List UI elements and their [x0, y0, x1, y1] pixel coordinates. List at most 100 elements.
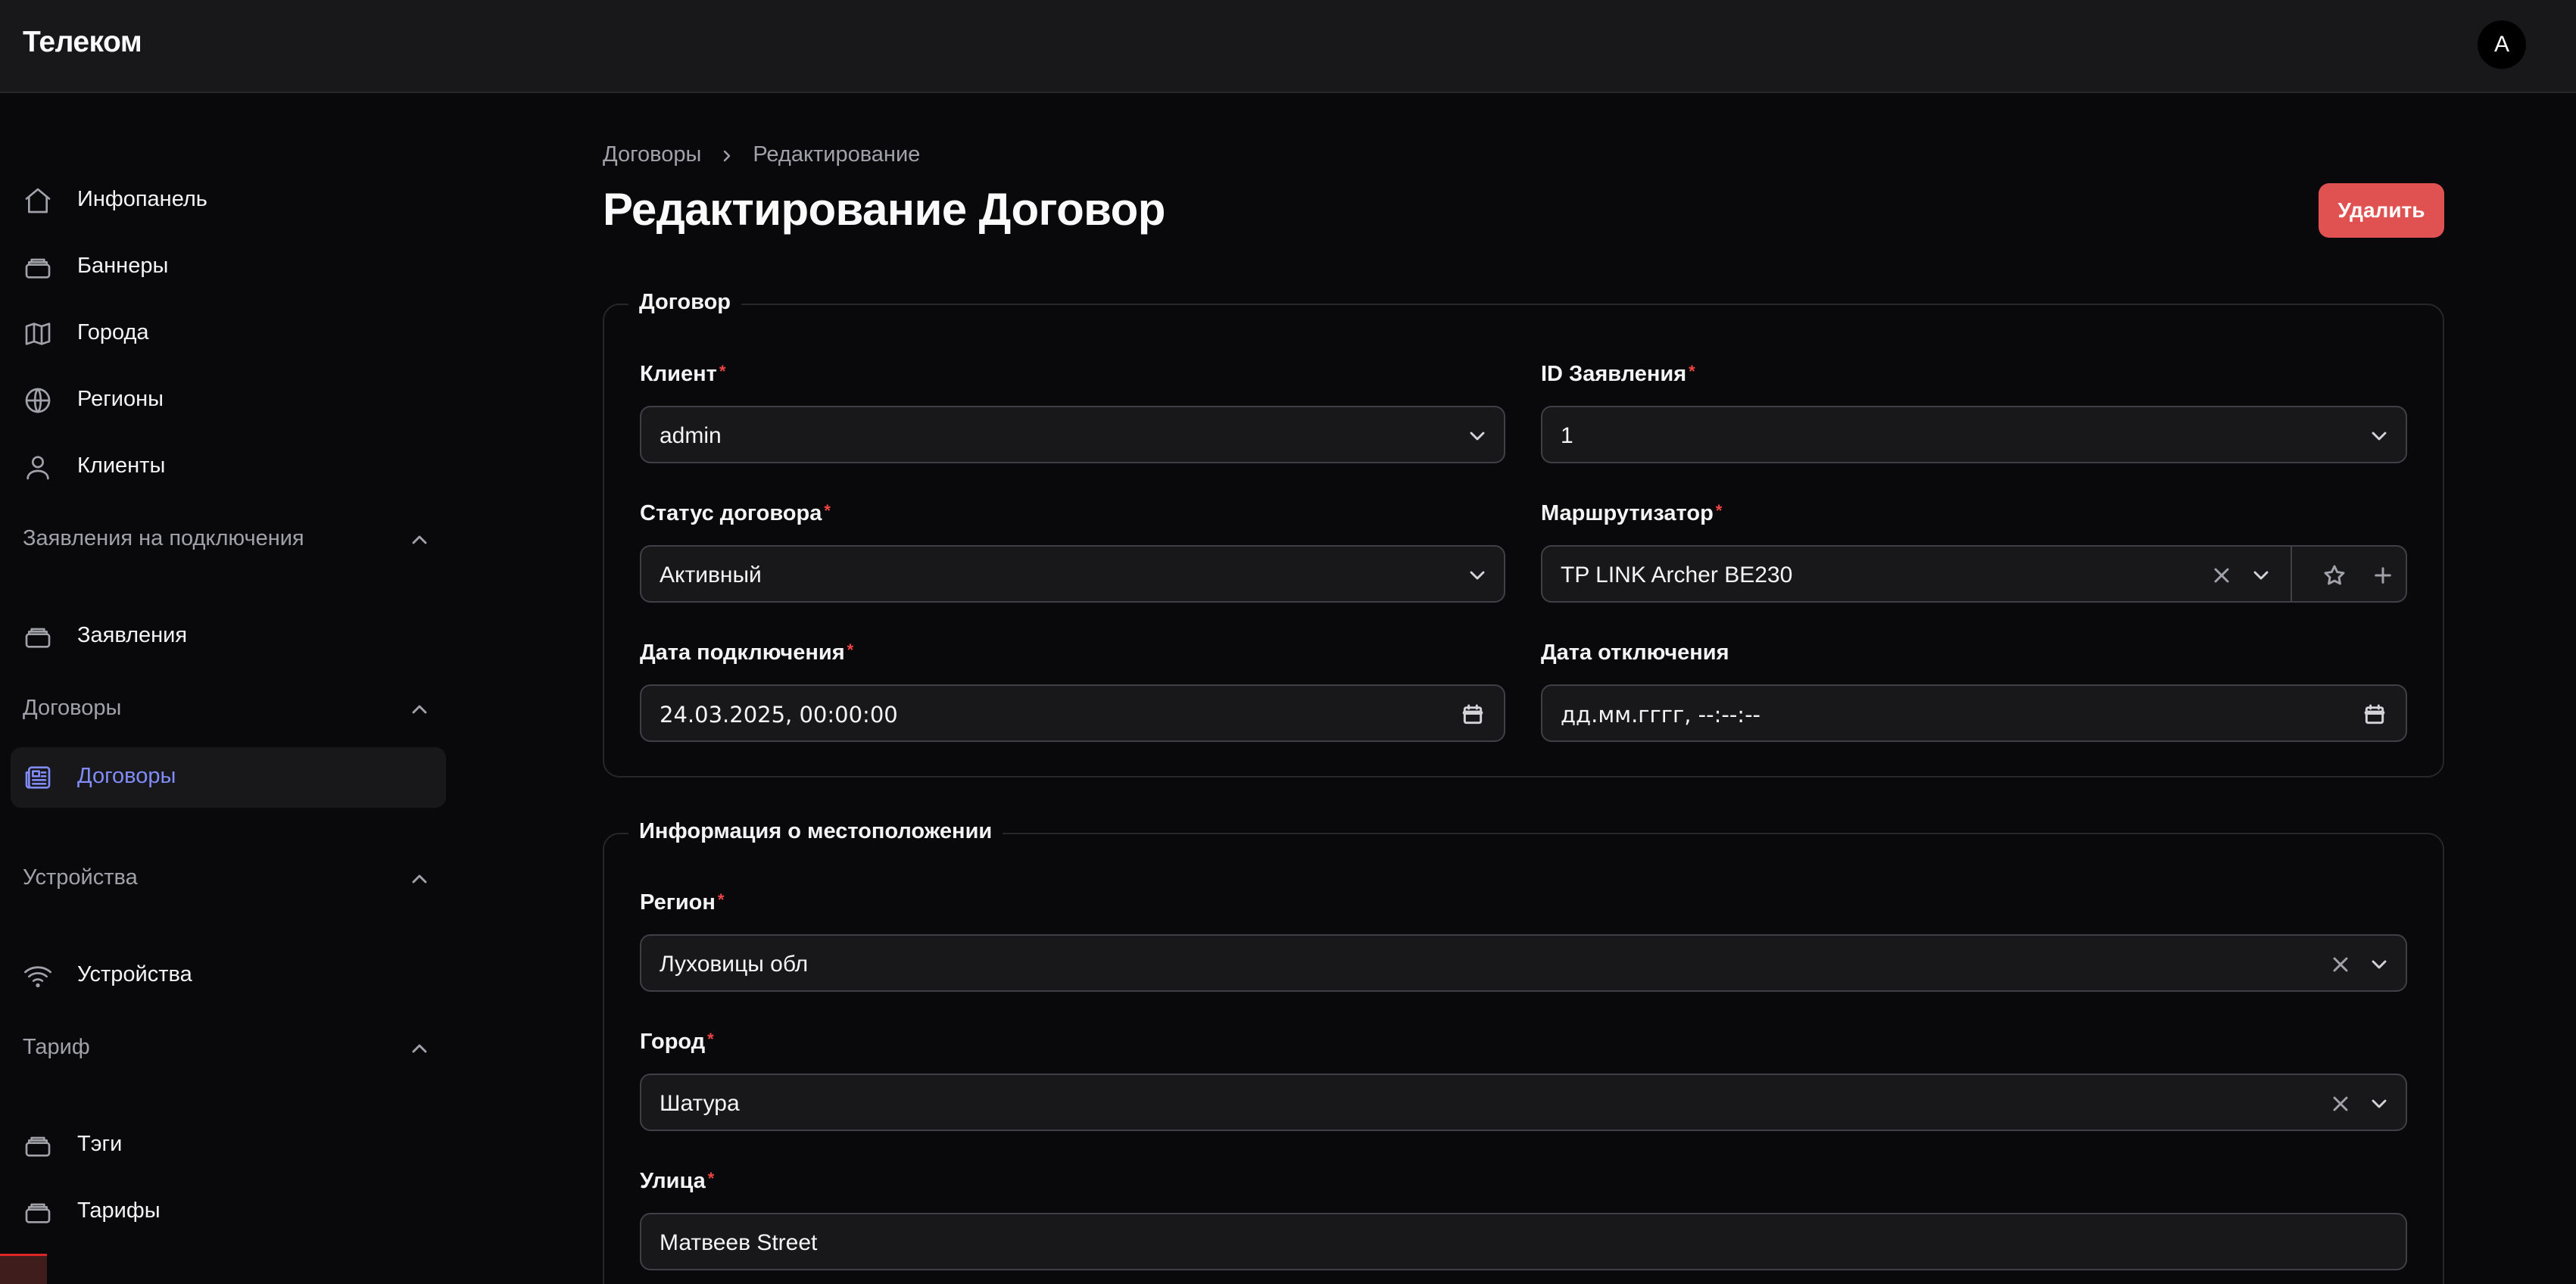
sidebar-item-label: Города [77, 320, 149, 344]
chevron-down-icon[interactable] [2367, 952, 2391, 977]
chevron-down-icon [2367, 424, 2391, 448]
section-legend: Договор [628, 290, 742, 315]
clear-icon[interactable] [2328, 1092, 2353, 1116]
calendar-icon[interactable] [1461, 703, 1485, 727]
home-icon [23, 185, 53, 216]
sidebar-group-tariff[interactable]: Тариф [23, 1035, 90, 1060]
sidebar-group-devices[interactable]: Устройства [23, 865, 138, 890]
required-mark: * [1715, 501, 1723, 520]
sidebar-item-clients[interactable]: Клиенты [11, 437, 446, 497]
sidebar-item-label: Тарифы [77, 1198, 161, 1223]
stack-icon [23, 252, 53, 282]
page-title: Редактирование Договор [603, 184, 1165, 235]
sidebar-item-tariffs[interactable]: Тарифы [11, 1182, 446, 1242]
globe-icon [23, 385, 53, 416]
sidebar-group-applications[interactable]: Заявления на подключения [23, 526, 304, 551]
required-mark: * [847, 640, 854, 659]
application-id-select[interactable]: 1 [1541, 406, 2407, 463]
sidebar-item-contracts[interactable]: Договоры [11, 747, 446, 808]
required-mark: * [824, 501, 831, 520]
map-icon [23, 319, 53, 349]
router-label: Маршрутизатор * [1541, 501, 1723, 525]
clear-icon[interactable] [2210, 563, 2234, 587]
stack-icon [23, 1130, 53, 1161]
city-select[interactable]: Шатура [640, 1074, 2407, 1131]
required-mark: * [717, 890, 725, 909]
client-select[interactable]: admin [640, 406, 1505, 463]
section-legend: Информация о местоположении [628, 819, 1003, 844]
router-value: TP LINK Archer BE230 [1561, 563, 1793, 587]
sidebar-item-banners[interactable]: Баннеры [11, 237, 446, 298]
sidebar-group-contracts[interactable]: Договоры [23, 696, 121, 721]
user-icon [23, 452, 53, 482]
chevron-up-icon[interactable] [407, 528, 432, 552]
breadcrumb-current: Редактирование [753, 142, 921, 167]
breadcrumb: Договоры Редактирование [603, 142, 920, 167]
sidebar-item-cities[interactable]: Города [11, 304, 446, 364]
client-value: admin [660, 423, 722, 448]
router-select[interactable]: TP LINK Archer BE230 [1541, 545, 2407, 603]
chevron-down-icon[interactable] [2249, 563, 2273, 587]
sidebar-item-regions[interactable]: Регионы [11, 370, 446, 431]
sidebar-item-label: Тэги [77, 1132, 123, 1156]
disconnect-date-value: дд.мм.гггг, --:--:-- [1561, 702, 1761, 728]
required-mark: * [719, 362, 726, 381]
sidebar-item-label: Инфопанель [77, 187, 207, 211]
connect-date-label: Дата подключения * [640, 640, 854, 665]
required-mark: * [707, 1169, 715, 1188]
framework-logo-icon[interactable] [0, 1254, 47, 1284]
disconnect-date-input[interactable]: дд.мм.гггг, --:--:-- [1541, 684, 2407, 742]
sidebar-item-dashboard[interactable]: Инфопанель [11, 170, 446, 231]
chevron-up-icon[interactable] [407, 697, 432, 721]
required-mark: * [1689, 362, 1695, 381]
plus-icon[interactable] [2371, 563, 2395, 587]
required-mark: * [707, 1030, 714, 1049]
sidebar-item-label: Заявления [77, 623, 188, 647]
divider [2291, 547, 2292, 601]
status-label: Статус договора * [640, 501, 831, 525]
stack-icon [23, 622, 53, 652]
street-label: Улица * [640, 1169, 715, 1193]
city-label: Город * [640, 1030, 714, 1054]
sidebar-item-label: Клиенты [77, 453, 166, 478]
sidebar-item-label: Устройства [77, 962, 192, 986]
connect-date-input[interactable]: 24.03.2025, 00:00:00 [640, 684, 1505, 742]
star-icon[interactable] [2322, 563, 2347, 587]
top-bar: Телеком A [0, 0, 2576, 93]
chevron-down-icon[interactable] [2367, 1092, 2391, 1116]
status-select[interactable]: Активный [640, 545, 1505, 603]
connect-date-value: 24.03.2025, 00:00:00 [660, 702, 898, 728]
chevron-down-icon [1465, 563, 1489, 587]
calendar-icon[interactable] [2362, 703, 2387, 727]
region-select[interactable]: Луховицы обл [640, 934, 2407, 992]
chevron-up-icon[interactable] [407, 867, 432, 891]
sidebar: Инфопанель Баннеры Города Регионы Клиент… [0, 95, 454, 1284]
application-id-value: 1 [1561, 423, 1573, 448]
sidebar-item-devices[interactable]: Устройства [11, 946, 446, 1006]
chevron-up-icon[interactable] [407, 1036, 432, 1061]
newspaper-icon [23, 762, 53, 793]
street-input[interactable]: Матвеев Street [640, 1213, 2407, 1270]
disconnect-date-label: Дата отключения [1541, 640, 1729, 665]
status-value: Активный [660, 563, 762, 587]
region-value: Луховицы обл [660, 952, 809, 977]
city-value: Шатура [660, 1091, 740, 1116]
sidebar-item-label: Регионы [77, 387, 164, 411]
application-id-label: ID Заявления * [1541, 362, 1695, 386]
user-avatar[interactable]: A [2478, 20, 2526, 69]
region-label: Регион * [640, 890, 725, 915]
stack-icon [23, 1197, 53, 1227]
sidebar-item-label: Договоры [77, 764, 176, 788]
breadcrumb-link-contracts[interactable]: Договоры [603, 142, 701, 167]
chevron-right-icon [718, 146, 736, 164]
delete-button[interactable]: Удалить [2319, 183, 2444, 238]
street-value: Матвеев Street [660, 1230, 818, 1255]
chevron-down-icon [1465, 424, 1489, 448]
clear-icon[interactable] [2328, 952, 2353, 977]
sidebar-item-label: Баннеры [77, 254, 169, 278]
wifi-icon [23, 961, 53, 991]
client-label: Клиент * [640, 362, 726, 386]
app-brand[interactable]: Телеком [23, 26, 142, 59]
sidebar-item-tags[interactable]: Тэги [11, 1115, 446, 1176]
sidebar-item-applications[interactable]: Заявления [11, 606, 446, 667]
